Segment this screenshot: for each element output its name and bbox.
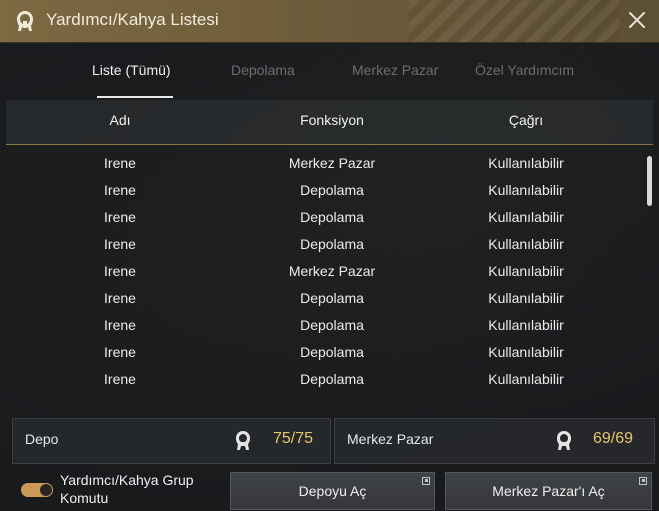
- table-row[interactable]: Irene Depolama Kullanılabilir: [6, 312, 646, 339]
- row-function: Depolama: [300, 236, 364, 252]
- row-call-status: Kullanılabilir: [488, 182, 564, 198]
- open-market-button[interactable]: Merkez Pazar'ı Aç: [445, 472, 652, 510]
- group-command-toggle[interactable]: [21, 483, 53, 497]
- row-call-status: Kullanılabilir: [488, 290, 564, 306]
- column-header-call[interactable]: Çağrı: [486, 112, 566, 128]
- table-row[interactable]: Irene Merkez Pazar Kullanılabilir: [6, 258, 646, 285]
- column-header-name[interactable]: Adı: [90, 112, 150, 128]
- helper-silhouette-icon: [557, 431, 571, 450]
- row-function: Depolama: [300, 371, 364, 387]
- market-value: 69/69: [593, 430, 634, 447]
- market-label: Merkez Pazar: [347, 431, 434, 447]
- row-call-status: Kullanılabilir: [488, 209, 564, 225]
- close-icon[interactable]: [625, 8, 649, 32]
- market-count-box: Merkez Pazar 69/69: [334, 418, 655, 464]
- table-row[interactable]: Irene Depolama Kullanılabilir: [6, 285, 646, 312]
- tab-bar: Liste (Tümü) Depolama Merkez Pazar Özel …: [0, 44, 659, 100]
- tab-list-all[interactable]: Liste (Tümü): [92, 62, 171, 78]
- row-name: Irene: [104, 371, 136, 387]
- row-function: Merkez Pazar: [288, 263, 376, 279]
- open-storage-label: Depoyu Aç: [298, 483, 367, 499]
- helper-silhouette-icon: [17, 11, 33, 31]
- table-row[interactable]: Irene Depolama Kullanılabilir: [6, 231, 646, 258]
- row-name: Irene: [104, 236, 136, 252]
- row-call-status: Kullanılabilir: [488, 263, 564, 279]
- table-row[interactable]: Irene Depolama Kullanılabilir: [6, 177, 646, 204]
- popout-icon: [422, 477, 430, 485]
- column-header-function[interactable]: Fonksiyon: [272, 112, 392, 128]
- row-call-status: Kullanılabilir: [488, 236, 564, 252]
- scrollbar-thumb[interactable]: [647, 156, 652, 206]
- storage-count-box: Depo 75/75: [12, 418, 331, 464]
- table-row[interactable]: Irene Depolama Kullanılabilir: [6, 366, 646, 393]
- table-row[interactable]: Irene Merkez Pazar Kullanılabilir: [6, 150, 646, 177]
- table-row[interactable]: Irene Depolama Kullanılabilir: [6, 204, 646, 231]
- table-header: Adı Fonksiyon Çağrı: [6, 100, 653, 145]
- row-name: Irene: [104, 209, 136, 225]
- row-name: Irene: [104, 155, 136, 171]
- window-title: Yardımcı/Kahya Listesi: [46, 10, 219, 29]
- active-tab-indicator: [97, 96, 173, 98]
- row-function: Depolama: [300, 317, 364, 333]
- toggle-knob: [40, 484, 52, 496]
- group-command-label: Yardımcı/Kahya Grup Komutu: [60, 472, 194, 506]
- row-function: Merkez Pazar: [288, 155, 376, 171]
- row-call-status: Kullanılabilir: [488, 317, 564, 333]
- row-name: Irene: [104, 344, 136, 360]
- title-bar-decoration: [409, 0, 619, 42]
- row-name: Irene: [104, 290, 136, 306]
- open-market-label: Merkez Pazar'ı Aç: [492, 483, 605, 499]
- tab-central-market[interactable]: Merkez Pazar: [352, 62, 438, 78]
- row-function: Depolama: [300, 344, 364, 360]
- storage-label: Depo: [25, 431, 59, 447]
- row-call-status: Kullanılabilir: [488, 344, 564, 360]
- row-function: Depolama: [300, 209, 364, 225]
- tab-my-special-helper[interactable]: Özel Yardımcım: [475, 62, 574, 78]
- popout-icon: [639, 477, 647, 485]
- row-name: Irene: [104, 182, 136, 198]
- row-function: Depolama: [300, 290, 364, 306]
- row-call-status: Kullanılabilir: [488, 371, 564, 387]
- row-name: Irene: [104, 317, 136, 333]
- table-row[interactable]: Irene Depolama Kullanılabilir: [6, 339, 646, 366]
- title-bar[interactable]: Yardımcı/Kahya Listesi: [0, 0, 659, 43]
- row-function: Depolama: [300, 182, 364, 198]
- tab-storage[interactable]: Depolama: [231, 62, 295, 78]
- row-name: Irene: [104, 263, 136, 279]
- helper-list: Irene Merkez Pazar Kullanılabilir Irene Depo…: [6, 150, 646, 402]
- helper-silhouette-icon: [236, 431, 250, 450]
- storage-value: 75/75: [273, 430, 314, 447]
- helper-list-window: Yardımcı/Kahya Listesi Liste (Tümü) Depo…: [0, 0, 659, 511]
- row-call-status: Kullanılabilir: [488, 155, 564, 171]
- open-storage-button[interactable]: Depoyu Aç: [230, 472, 435, 510]
